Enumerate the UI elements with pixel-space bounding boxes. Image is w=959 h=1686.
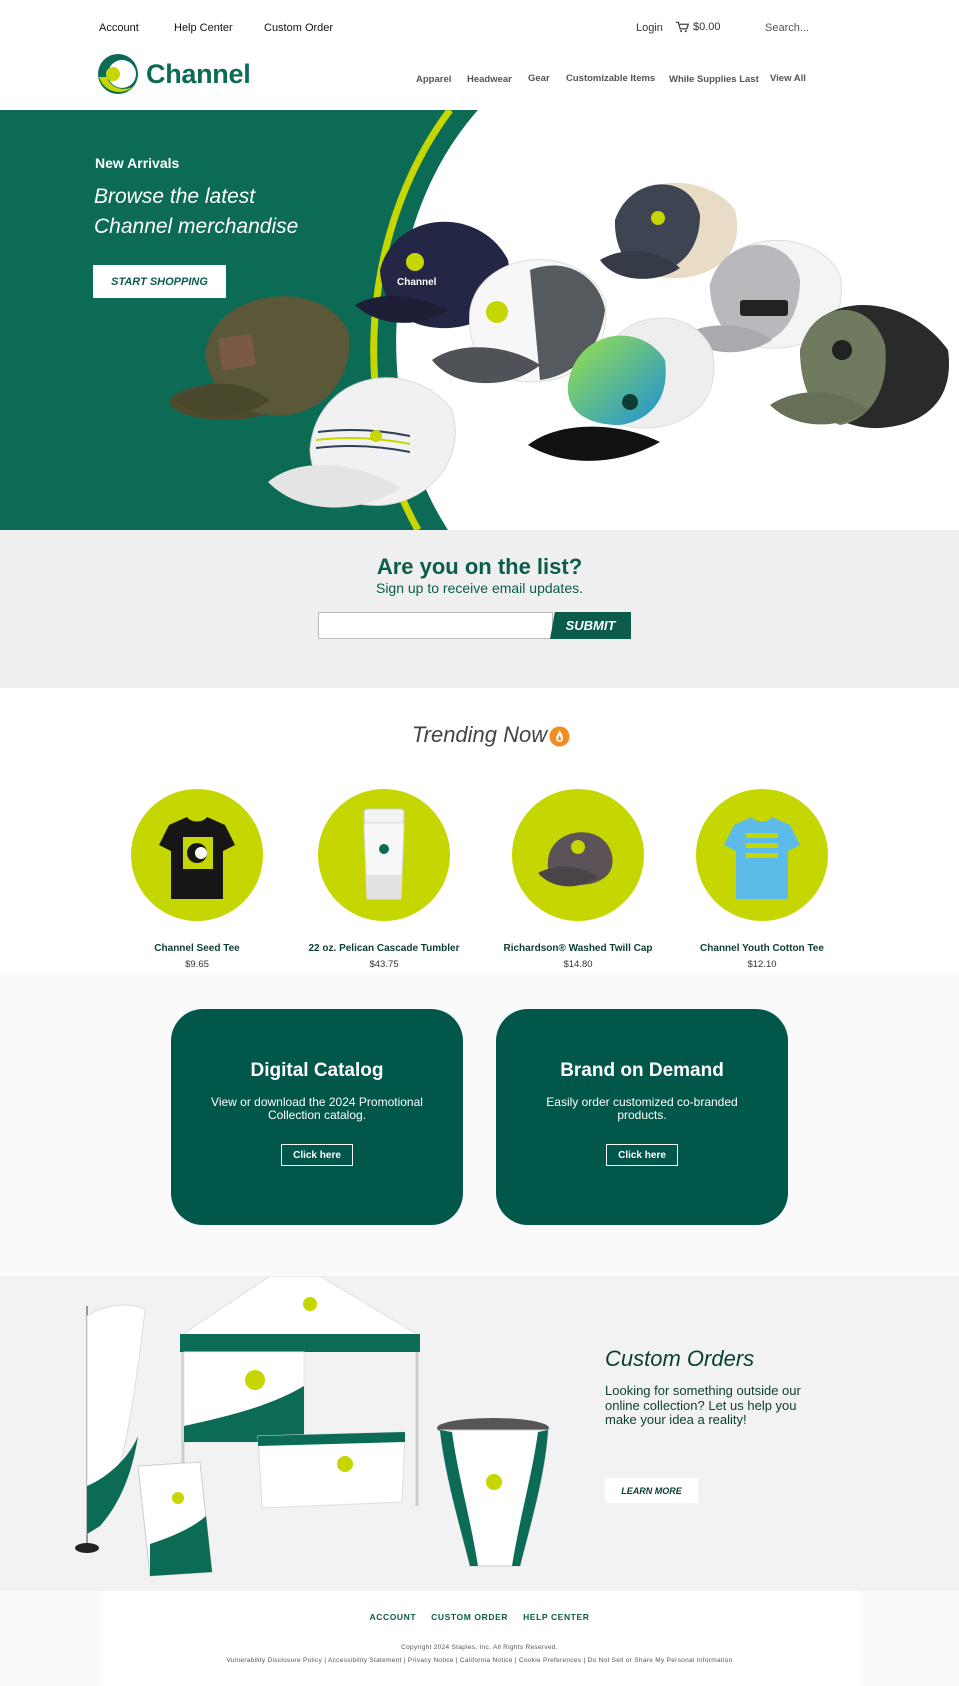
cart-button[interactable]: $0.00 xyxy=(676,21,721,33)
card-title: Digital Catalog xyxy=(250,1060,384,1081)
custom-orders-title: Custom Orders xyxy=(605,1346,755,1371)
brand-on-demand-card: Brand on Demand Easily order customized … xyxy=(496,1009,788,1225)
product-card[interactable]: Richardson® Washed Twill Cap $14.80 xyxy=(488,789,668,970)
search-input[interactable]: Search... xyxy=(765,22,845,34)
product-name[interactable]: 22 oz. Pelican Cascade Tumbler xyxy=(294,943,474,954)
learn-more-button[interactable]: LEARN MORE xyxy=(605,1478,698,1503)
product-image-tee[interactable] xyxy=(131,789,263,921)
help-center-link[interactable]: Help Center xyxy=(174,22,233,34)
product-image-tumbler[interactable] xyxy=(318,789,450,921)
card-description: View or download the 2024 Promotional Co… xyxy=(211,1095,423,1122)
footer-copyright: Copyright 2024 Staples, Inc. All Rights … xyxy=(401,1644,558,1651)
footer-links: ACCOUNT CUSTOM ORDER HELP CENTER xyxy=(0,1612,959,1622)
footer-custom-order-link[interactable]: CUSTOM ORDER xyxy=(431,1612,508,1622)
product-name[interactable]: Richardson® Washed Twill Cap xyxy=(488,943,668,954)
hero-eyebrow: New Arrivals xyxy=(95,155,180,171)
hero-headline-line1: Browse the latest xyxy=(94,185,256,208)
digital-catalog-card: Digital Catalog View or download the 202… xyxy=(171,1009,463,1225)
signup-subtitle: Sign up to receive email updates. xyxy=(375,580,583,596)
site-header: Account Help Center Custom Order Login $… xyxy=(0,0,959,110)
nav-gear[interactable]: Gear xyxy=(528,73,550,84)
nav-headwear[interactable]: Headwear xyxy=(467,74,512,85)
brand-on-demand-button[interactable]: Click here xyxy=(606,1144,678,1166)
card-title: Brand on Demand xyxy=(560,1060,724,1081)
a-frame-sign-image xyxy=(137,1461,213,1577)
account-link[interactable]: Account xyxy=(99,22,139,34)
footer-help-center-link[interactable]: HELP CENTER xyxy=(523,1612,589,1622)
nav-while-supplies-last[interactable]: While Supplies Last xyxy=(669,74,759,85)
cap-brand-label: Channel xyxy=(397,277,437,288)
site-logo[interactable]: Channel xyxy=(97,53,251,95)
logo-text: Channel xyxy=(146,58,251,89)
hero-headline-line2: Channel merchandise xyxy=(94,215,299,238)
trending-title: Trending Now xyxy=(0,722,959,748)
custom-orders-section: Custom Orders Looking for something outs… xyxy=(0,1276,959,1591)
trending-title-text: Trending Now xyxy=(411,722,548,747)
hero-headline: Browse the latest Channel merchandise xyxy=(94,182,354,242)
digital-catalog-button[interactable]: Click here xyxy=(281,1144,353,1166)
start-shopping-button[interactable]: START SHOPPING xyxy=(93,265,226,298)
login-link[interactable]: Login xyxy=(636,22,663,34)
email-signup-section: Are you on the list? Sign up to receive … xyxy=(0,530,959,688)
hero-banner: Channel New Arrivals Browse the latest C… xyxy=(0,110,959,530)
custom-orders-description: Looking for something outside our online… xyxy=(605,1383,801,1427)
nav-apparel[interactable]: Apparel xyxy=(416,74,451,85)
nav-view-all[interactable]: View All xyxy=(770,73,806,84)
feather-flag-image xyxy=(75,1304,146,1553)
submit-button[interactable]: SUBMIT xyxy=(550,612,631,639)
olive-cap-image xyxy=(170,296,350,420)
custom-order-link[interactable]: Custom Order xyxy=(264,22,333,34)
podium-image xyxy=(437,1418,549,1567)
cart-total: $0.00 xyxy=(693,21,721,33)
hats-product-image: Channel xyxy=(170,182,950,508)
promo-cards-section xyxy=(0,972,959,1276)
product-name[interactable]: Channel Youth Cotton Tee xyxy=(672,943,852,954)
site-footer: ACCOUNT CUSTOM ORDER HELP CENTER Copyrig… xyxy=(0,1591,959,1686)
cart-icon xyxy=(676,21,689,33)
footer-panel xyxy=(101,1591,860,1686)
product-price: $12.10 xyxy=(747,959,777,970)
product-name[interactable]: Channel Seed Tee xyxy=(107,943,287,954)
product-card[interactable]: Channel Youth Cotton Tee $12.10 xyxy=(672,789,852,970)
footer-legal-links[interactable]: Vulnerability Disclosure Policy | Access… xyxy=(0,1657,959,1664)
table-cover-image xyxy=(257,1431,406,1509)
product-price: $14.80 xyxy=(563,959,593,970)
product-image-cap[interactable] xyxy=(512,789,644,921)
channel-logo-icon xyxy=(98,54,138,94)
product-price: $9.65 xyxy=(185,959,209,970)
event-display-image xyxy=(75,1276,549,1577)
product-image-youth-tee[interactable] xyxy=(696,789,828,921)
footer-account-link[interactable]: ACCOUNT xyxy=(369,1612,416,1622)
product-price: $43.75 xyxy=(369,959,399,970)
product-card[interactable]: 22 oz. Pelican Cascade Tumbler $43.75 xyxy=(294,789,474,970)
email-field[interactable] xyxy=(318,612,553,639)
fire-icon xyxy=(549,726,570,747)
card-description: Easily order customized co-branded produ… xyxy=(546,1095,738,1122)
grey-tan-cap-image xyxy=(600,182,738,279)
product-card[interactable]: Channel Seed Tee $9.65 xyxy=(107,789,287,970)
nav-customizable-items[interactable]: Customizable Items xyxy=(566,73,655,84)
signup-title: Are you on the list? xyxy=(376,554,583,579)
